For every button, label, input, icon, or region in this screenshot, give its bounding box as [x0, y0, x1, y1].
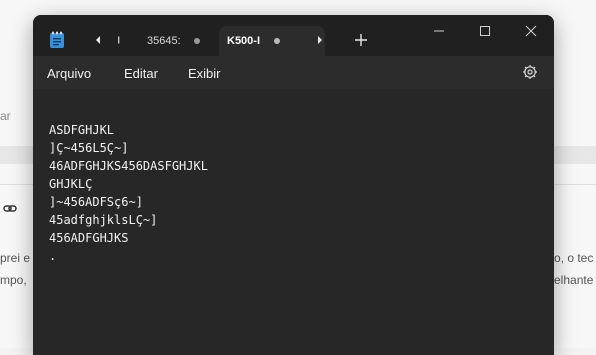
minimize-icon[interactable]: [427, 23, 451, 39]
editor-line: GHJKLÇ: [49, 177, 93, 191]
text-editor[interactable]: ASDFGHJKL ]Ç~456L5Ç~] 46ADFGHJKS456DASFG…: [33, 89, 554, 355]
unsaved-dot-icon: [194, 38, 200, 44]
editor-line: 456ADFGHJKS: [49, 231, 129, 245]
chevron-right-icon[interactable]: [313, 33, 327, 47]
background-text-line-1-right: o, o tec: [554, 251, 594, 265]
background-text-line-2-left: mpo,: [0, 273, 27, 287]
plus-icon[interactable]: [353, 32, 369, 48]
maximize-icon[interactable]: [473, 23, 497, 39]
notepad-icon: [50, 31, 64, 48]
tab-scroll-divider-icon: [118, 36, 120, 44]
gear-icon[interactable]: [522, 64, 538, 80]
menu-arquivo[interactable]: Arquivo: [47, 66, 91, 81]
editor-line: ASDFGHJKL: [49, 123, 115, 137]
editor-line: ]~456ADFSç6~]: [49, 195, 143, 209]
editor-line: ]Ç~456L5Ç~]: [49, 141, 129, 155]
close-icon[interactable]: [519, 23, 543, 39]
notepad-window: 35645: K500-I Arquivo Editar Exibir ASDF…: [33, 15, 554, 355]
editor-line: 45adfghjklsLÇ~]: [49, 213, 158, 227]
menu-exibir[interactable]: Exibir: [188, 66, 221, 81]
chevron-left-icon[interactable]: [91, 33, 105, 47]
tab-title: K500-I: [227, 35, 261, 47]
unsaved-dot-icon: [274, 38, 280, 44]
menu-editar[interactable]: Editar: [124, 66, 158, 81]
editor-line: .: [49, 249, 57, 263]
background-text-line-2-right: elhante: [554, 273, 594, 287]
background-input-snippet: ar: [0, 109, 11, 123]
tab-active[interactable]: K500-I: [219, 26, 325, 56]
tab-title: 35645:: [147, 35, 181, 47]
menu-bar: Arquivo Editar Exibir: [33, 56, 554, 89]
tab-inactive[interactable]: 35645:: [139, 26, 217, 56]
editor-line: 46ADFGHJKS456DASFGHJKL: [49, 159, 208, 173]
link-icon[interactable]: [3, 202, 17, 216]
background-text-line-1-left: prei e: [0, 251, 31, 265]
title-bar[interactable]: 35645: K500-I: [33, 15, 554, 56]
